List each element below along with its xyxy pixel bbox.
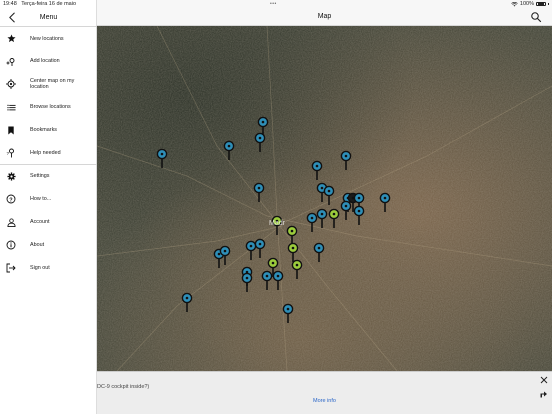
menu-header: Menu — [0, 9, 97, 26]
map-pin-dot — [317, 246, 321, 250]
svg-text:?: ? — [7, 151, 10, 156]
wifi-icon — [511, 1, 518, 6]
menu-title: Menu — [39, 14, 58, 21]
menu-label: How to... — [30, 196, 52, 203]
multitasking-dots[interactable]: ••• — [270, 1, 277, 7]
satellite-map[interactable]: Madr — [97, 26, 552, 371]
menu-item-help-needed[interactable]: ? Help needed — [0, 141, 97, 164]
map-pin-dot — [160, 152, 164, 156]
map-pin-dot — [332, 212, 336, 216]
menu-item-sign-out[interactable]: Sign out — [0, 256, 97, 279]
sign-out-icon — [6, 263, 16, 273]
crosshair-icon — [6, 79, 16, 90]
map-pin-dot — [223, 249, 227, 253]
status-clock: 19:48 — [3, 1, 17, 7]
menu-item-bookmarks[interactable]: Bookmarks — [0, 118, 97, 141]
map-pin-dot — [290, 229, 294, 233]
menu-item-center-map[interactable]: Center map on my location — [0, 73, 97, 96]
person-icon — [6, 217, 16, 227]
menu-item-settings[interactable]: Settings — [0, 165, 97, 188]
info-icon — [6, 240, 16, 250]
map-pin-dot — [265, 274, 269, 278]
side-menu: Menu New locations Add location Center m… — [0, 0, 97, 414]
map-pin-dot — [257, 186, 261, 190]
menu-label: Bookmarks — [30, 126, 57, 133]
close-icon[interactable] — [539, 375, 549, 385]
map-pin-dot — [357, 196, 361, 200]
menu-label: Center map on my location — [30, 78, 75, 91]
map-pin-dot — [271, 261, 275, 265]
map-pin-dot — [327, 189, 331, 193]
menu-item-account[interactable]: Account — [0, 210, 97, 233]
gear-icon — [6, 172, 16, 182]
menu-item-how-to[interactable]: ? How to... — [0, 188, 97, 211]
map-pin-dot — [320, 186, 324, 190]
menu-item-about[interactable]: About — [0, 233, 97, 256]
map-view[interactable]: Madr — [97, 26, 552, 371]
location-detail-panel: DC-9 cockpit inside?) More info — [97, 371, 552, 414]
map-texture — [97, 26, 552, 371]
map-pin-dot — [315, 164, 319, 168]
battery-icon — [536, 1, 546, 7]
status-time: 19:48 Terça-feira 16 de maio — [3, 1, 76, 7]
menu-label: Help needed — [30, 149, 61, 156]
menu-list: New locations Add location Center map on… — [0, 26, 97, 279]
map-pin-dot — [249, 244, 253, 248]
map-pin-dot — [344, 204, 348, 208]
map-pin-dot — [295, 263, 299, 267]
add-location-icon — [6, 57, 16, 67]
star-icon — [6, 34, 16, 44]
menu-item-new-locations[interactable]: New locations — [0, 27, 97, 50]
list-icon — [6, 102, 16, 112]
map-pin-dot — [227, 144, 231, 148]
battery-tip — [548, 3, 549, 5]
map-pin-dot — [258, 242, 262, 246]
map-city-label: Madr — [269, 220, 286, 227]
page-title: Map — [317, 13, 332, 20]
map-pin-dot — [286, 307, 290, 311]
map-pin-dot — [276, 274, 280, 278]
question-icon: ? — [6, 194, 16, 204]
menu-label: New locations — [30, 35, 64, 42]
status-date: Terça-feira 16 de maio — [21, 1, 77, 7]
menu-label: About — [30, 241, 45, 248]
menu-item-browse-locations[interactable]: Browse locations — [0, 95, 97, 118]
menu-item-add-location[interactable]: Add location — [0, 50, 97, 73]
map-pin-dot — [217, 252, 221, 256]
bookmark-icon — [6, 125, 16, 135]
map-pin-dot — [185, 296, 189, 300]
menu-label: Add location — [30, 58, 60, 65]
map-pin-dot — [383, 196, 387, 200]
map-pin-dot — [258, 136, 262, 140]
search-icon[interactable] — [530, 11, 542, 23]
battery-percent: 100% — [519, 1, 534, 7]
help-pin-icon: ? — [6, 148, 16, 158]
map-pin-dot — [291, 246, 295, 250]
map-pin-dot — [357, 209, 361, 213]
map-pin-dot — [261, 120, 265, 124]
map-pin-dot — [344, 154, 348, 158]
map-pin-dot — [320, 212, 324, 216]
menu-label: Account — [30, 219, 50, 226]
status-bar: 19:48 Terça-feira 16 de maio ••• 100% — [0, 0, 552, 9]
status-indicators: 100% — [511, 1, 549, 7]
map-pin-dot — [245, 276, 249, 280]
map-pin-dot — [310, 216, 314, 220]
menu-label: Settings — [30, 173, 50, 180]
menu-label: Sign out — [30, 264, 50, 271]
menu-label: Browse locations — [30, 104, 71, 111]
location-caption: DC-9 cockpit inside?) — [97, 384, 150, 390]
more-info-link[interactable]: More info — [97, 398, 552, 404]
